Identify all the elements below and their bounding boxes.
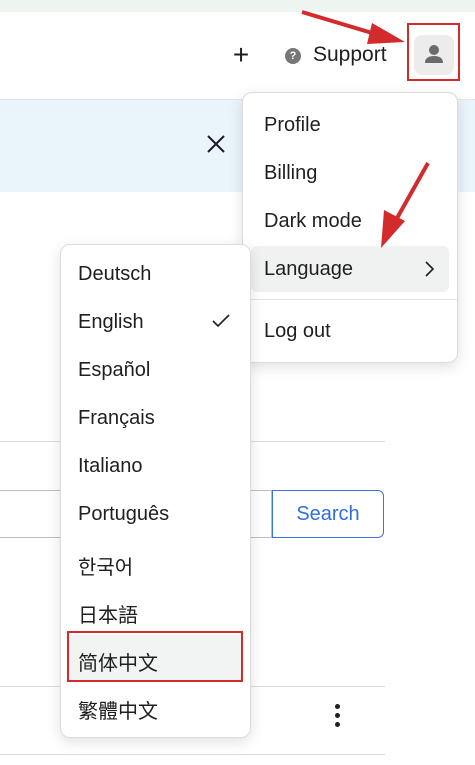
menu-item-language[interactable]: Language [251,246,449,292]
language-item-label: Español [78,359,151,381]
annotation-highlight-simplified-chinese [67,631,243,682]
language-item-label: 日本語 [78,605,138,627]
question-circle-icon: ? [285,48,301,64]
annotation-highlight-avatar [407,23,460,81]
menu-item-profile[interactable]: Profile [251,102,449,148]
language-item-label: Français [78,407,155,429]
close-icon[interactable] [206,134,226,154]
menu-divider [243,299,457,300]
language-item-label: English [78,311,144,333]
search-button[interactable]: Search [272,490,384,538]
language-item-japanese[interactable]: 日本語 [69,587,242,633]
support-link[interactable]: Support [313,43,387,67]
menu-item-label: Profile [264,114,321,136]
language-item-english[interactable]: English [69,299,242,345]
divider [0,754,385,755]
language-item-traditional-chinese[interactable]: 繁體中文 [69,683,242,729]
account-menu: Profile Billing Dark mode Language Log o… [242,92,458,363]
top-strip [0,0,475,12]
language-item-francais[interactable]: Français [69,395,242,441]
menu-item-label: Dark mode [264,210,362,232]
language-item-portugues[interactable]: Português [69,491,242,537]
language-item-espanol[interactable]: Español [69,347,242,393]
language-item-korean[interactable]: 한국어 [69,539,242,585]
menu-item-billing[interactable]: Billing [251,150,449,196]
kebab-menu-icon[interactable] [330,704,344,732]
plus-icon[interactable]: + [228,41,254,69]
language-item-label: 한국어 [78,557,134,579]
language-item-label: Italiano [78,455,143,477]
menu-item-dark-mode[interactable]: Dark mode [251,198,449,244]
language-item-label: 繁體中文 [78,701,158,723]
menu-item-log-out[interactable]: Log out [251,308,449,354]
menu-item-label: Log out [264,320,331,342]
chevron-right-icon [425,261,435,277]
language-item-italiano[interactable]: Italiano [69,443,242,489]
language-item-label: Português [78,503,170,525]
checkmark-icon [212,314,230,328]
language-item-deutsch[interactable]: Deutsch [69,251,242,297]
menu-item-label: Language [264,258,353,280]
menu-item-label: Billing [264,162,318,184]
language-item-label: Deutsch [78,263,152,285]
